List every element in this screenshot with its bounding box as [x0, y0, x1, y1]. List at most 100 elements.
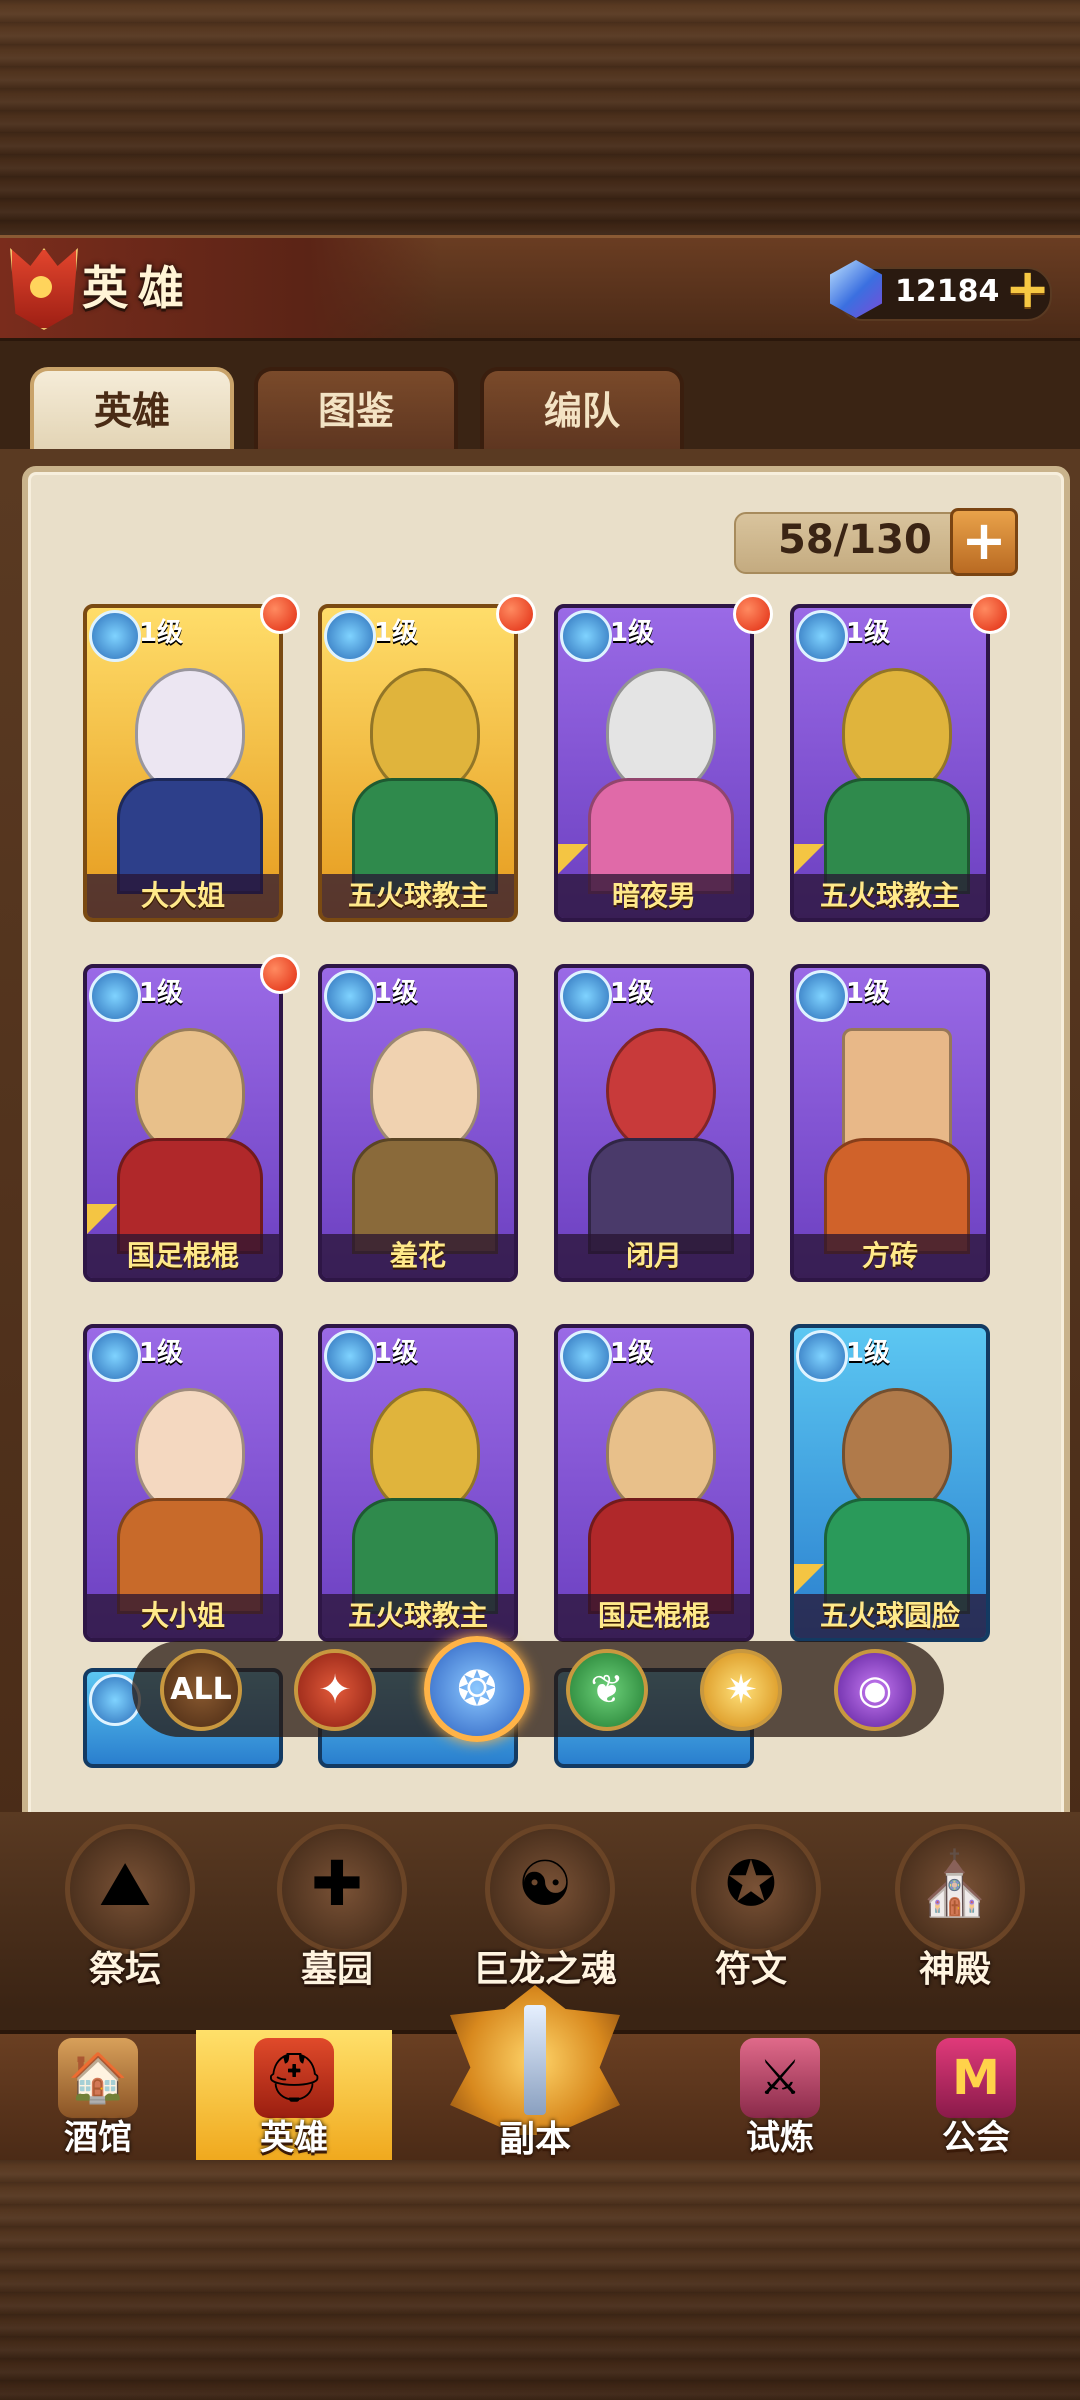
hero-portrait	[370, 1388, 480, 1514]
hero-portrait	[135, 668, 245, 794]
water-faction-icon	[560, 610, 612, 662]
hero-level: 1级	[139, 978, 184, 1008]
hero-card[interactable]: 1级 五火球教主	[318, 1324, 518, 1642]
water-faction-icon	[560, 970, 612, 1022]
wood-background-bottom	[0, 2160, 1080, 2400]
nature-faction-filter[interactable]: ❦	[566, 1649, 648, 1731]
hero-card[interactable]: 1级 五火球教主	[790, 604, 990, 922]
water-faction-filter[interactable]: ❂	[424, 1636, 530, 1742]
star-corner-icon	[794, 1564, 824, 1594]
hero-level: 1级	[610, 618, 655, 648]
tab-team[interactable]: 编队	[480, 367, 684, 453]
new-badge-dot	[496, 594, 536, 634]
hero-name-bar: 国足棍棍	[87, 1234, 279, 1278]
hero-name: 国足棍棍	[126, 1239, 239, 1272]
hero-portrait	[135, 1028, 245, 1154]
water-faction-icon: ❂	[456, 1661, 498, 1717]
water-faction-icon	[324, 610, 376, 662]
hero-portrait	[606, 1388, 716, 1514]
hero-card[interactable]: 1级 方砖	[790, 964, 990, 1282]
hero-level: 1级	[374, 618, 419, 648]
hero-portrait	[842, 1388, 952, 1514]
graveyard-button[interactable]: ✚ 墓园	[252, 1818, 422, 2008]
hero-level: 1级	[610, 978, 655, 1008]
hero-card[interactable]: 1级 大小姐	[83, 1324, 283, 1642]
new-badge-dot	[260, 954, 300, 994]
new-badge-dot	[970, 594, 1010, 634]
graveyard-label: 墓园	[300, 1949, 373, 1990]
guild-icon: M	[952, 2050, 1000, 2106]
nav-heroes[interactable]: ⛑ 英雄	[196, 2030, 392, 2160]
hero-portrait	[606, 668, 716, 794]
nav-trial-label: 试炼	[746, 2118, 814, 2158]
hero-level: 1级	[374, 978, 419, 1008]
hero-card[interactable]: 1级 国足棍棍	[554, 1324, 754, 1642]
tab-codex[interactable]: 图鉴	[254, 367, 458, 453]
hero-name-bar: 大小姐	[87, 1594, 279, 1638]
hero-card[interactable]: 1级 闭月	[554, 964, 754, 1282]
hero-card[interactable]: 1级 五火球教主	[318, 604, 518, 922]
hero-card[interactable]: 1级 大大姐	[83, 604, 283, 922]
hero-name: 国足棍棍	[597, 1599, 710, 1632]
hero-portrait	[370, 1028, 480, 1154]
tab-heroes[interactable]: 英雄	[30, 367, 234, 453]
nav-guild[interactable]: M 公会	[878, 2030, 1074, 2160]
temple-button[interactable]: ⛪ 神殿	[870, 1818, 1040, 2008]
hero-portrait	[606, 1028, 716, 1154]
dragon-soul-icon: ☯	[517, 1847, 573, 1920]
nav-heroes-label: 英雄	[260, 2118, 328, 2158]
filter-all-button[interactable]: ALL	[160, 1649, 242, 1731]
hero-name-bar: 闭月	[558, 1234, 750, 1278]
hero-portrait	[842, 1028, 952, 1154]
light-faction-icon: ✷	[724, 1667, 758, 1713]
altar-button[interactable]: ⛰ 祭坛	[40, 1818, 210, 2008]
water-faction-icon	[796, 610, 848, 662]
rune-icon: ✪	[725, 1847, 777, 1920]
rune-button[interactable]: ✪ 符文	[666, 1818, 836, 2008]
hero-level: 1级	[846, 978, 891, 1008]
temple-label: 神殿	[918, 1949, 991, 1990]
page-title: 英雄	[82, 261, 194, 315]
nav-dungeon[interactable]: 副本	[412, 1985, 658, 2160]
hero-card[interactable]: 1级 五火球圆脸	[790, 1324, 990, 1642]
graveyard-icon: ✚	[311, 1847, 363, 1920]
hero-name-bar: 五火球圆脸	[794, 1594, 986, 1638]
new-badge-dot	[260, 594, 300, 634]
hero-name-bar: 五火球教主	[322, 874, 514, 918]
new-badge-dot	[733, 594, 773, 634]
hero-card[interactable]: 1级 暗夜男	[554, 604, 754, 922]
nav-trial[interactable]: ⚔ 试炼	[682, 2030, 878, 2160]
tavern-icon: 🏠	[68, 2050, 128, 2106]
nature-faction-icon: ❦	[590, 1667, 624, 1713]
hero-emblem-gem	[30, 276, 52, 298]
gem-count: 12184	[895, 274, 1000, 309]
star-corner-icon	[558, 844, 588, 874]
hero-name: 闭月	[625, 1239, 682, 1272]
altar-label: 祭坛	[88, 1949, 161, 1990]
fire-faction-icon: ✦	[318, 1667, 352, 1713]
hero-name-bar: 五火球教主	[322, 1594, 514, 1638]
hero-card[interactable]: 1级 国足棍棍	[83, 964, 283, 1282]
dragon-soul-button[interactable]: ☯ 巨龙之魂	[460, 1818, 630, 2008]
hero-name-bar: 羞花	[322, 1234, 514, 1278]
hero-card[interactable]: 1级 羞花	[318, 964, 518, 1282]
light-faction-filter[interactable]: ✷	[700, 1649, 782, 1731]
fire-faction-filter[interactable]: ✦	[294, 1649, 376, 1731]
hero-name-bar: 大大姐	[87, 874, 279, 918]
nav-dungeon-label: 副本	[498, 2119, 571, 2160]
dark-faction-icon: ◉	[857, 1667, 893, 1713]
water-faction-icon	[796, 970, 848, 1022]
dark-faction-filter[interactable]: ◉	[834, 1649, 916, 1731]
nav-tavern[interactable]: 🏠 酒馆	[0, 2030, 196, 2160]
add-gems-button[interactable]: +	[1005, 262, 1050, 316]
hero-name-bar: 国足棍棍	[558, 1594, 750, 1638]
hero-name-bar: 暗夜男	[558, 874, 750, 918]
hero-name: 五火球教主	[347, 879, 488, 912]
water-faction-icon	[560, 1330, 612, 1382]
hero-name: 暗夜男	[611, 879, 696, 912]
hero-name: 方砖	[861, 1239, 918, 1272]
hero-name-bar: 五火球教主	[794, 874, 986, 918]
water-faction-icon	[89, 1330, 141, 1382]
expand-capacity-button[interactable]: +	[950, 508, 1018, 576]
trial-icon: ⚔	[758, 2050, 802, 2106]
